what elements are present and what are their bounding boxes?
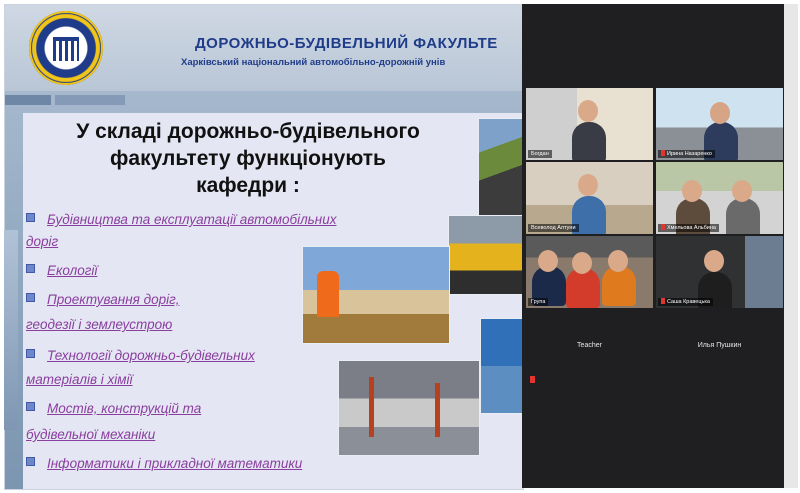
bridge-photo (338, 360, 480, 456)
department-link[interactable]: Будівництва та експлуатації автомобільни… (26, 208, 336, 232)
participant-name: Илья Пушкин (697, 342, 742, 349)
department-link-cont[interactable]: будівельної механіки (26, 423, 155, 447)
participant-tile-no-video[interactable]: Илья Пушкин (656, 310, 783, 382)
participant-video-tile[interactable]: Група (526, 236, 653, 308)
slide-heading: У складі дорожньо-будівельного факультет… (38, 118, 458, 199)
department-link[interactable]: Проектування доріг, (26, 288, 180, 312)
department-link[interactable]: Екології (26, 259, 97, 283)
decorative-bars (5, 91, 523, 113)
bullet-icon (26, 457, 35, 466)
muted-mic-icon (661, 298, 665, 304)
heading-line: факультету функціонують (110, 147, 386, 170)
surveyor-photo (302, 246, 450, 344)
road-photo (478, 118, 524, 216)
muted-mic-icon (530, 376, 535, 383)
participant-video-tile[interactable]: Богдан (526, 88, 653, 160)
bullet-icon (26, 213, 35, 222)
bullet-icon (26, 402, 35, 411)
department-link[interactable]: Інформатики і прикладної математики (26, 452, 302, 476)
participant-video-tile[interactable]: Хмельова Альбина (656, 162, 783, 234)
participant-name: Teacher (577, 342, 602, 349)
participant-name: Хмельова Альбина (658, 224, 719, 232)
bullet-icon (26, 293, 35, 302)
department-link[interactable]: Технології дорожньо-будівельних (26, 344, 255, 368)
university-logo-icon (29, 11, 103, 85)
university-subtitle: Харківський національний автомобільно-до… (181, 57, 446, 68)
muted-mic-icon (661, 224, 665, 230)
heading-line: У складі дорожньо-будівельного (76, 120, 420, 143)
department-link-cont[interactable]: доріг (26, 230, 58, 254)
participant-video-tile[interactable]: Саша Кравецька (656, 236, 783, 308)
participant-video-tile[interactable]: Всеволод Алтуни (526, 162, 653, 234)
department-link[interactable]: Мостів, конструкцій та (26, 397, 201, 421)
participant-video-tile[interactable]: Ирина Назаренко (656, 88, 783, 160)
bullet-icon (26, 349, 35, 358)
participant-name: Всеволод Алтуни (528, 224, 579, 232)
heading-line: кафедри : (196, 174, 300, 197)
department-link-cont[interactable]: геодезії і землеустрою (26, 313, 172, 337)
road-roller-photo (448, 215, 524, 295)
muted-mic-icon (661, 150, 665, 156)
participant-name: Саша Кравецька (658, 298, 713, 306)
participant-name: Ирина Назаренко (658, 150, 715, 158)
participant-name: Група (528, 298, 549, 306)
participant-name: Богдан (528, 150, 552, 158)
decorative-strip (4, 230, 18, 430)
sea-photo (480, 318, 524, 414)
bullet-icon (26, 264, 35, 273)
window-edge (784, 4, 798, 488)
department-link-cont[interactable]: матеріалів і хімії (26, 368, 133, 392)
slide-header: ДОРОЖНЬО-БУДІВЕЛЬНИЙ ФАКУЛЬТЕ Харківськи… (5, 5, 523, 91)
faculty-title: ДОРОЖНЬО-БУДІВЕЛЬНИЙ ФАКУЛЬТЕ (195, 35, 498, 52)
participant-tile-no-video[interactable]: Teacher (526, 310, 653, 382)
